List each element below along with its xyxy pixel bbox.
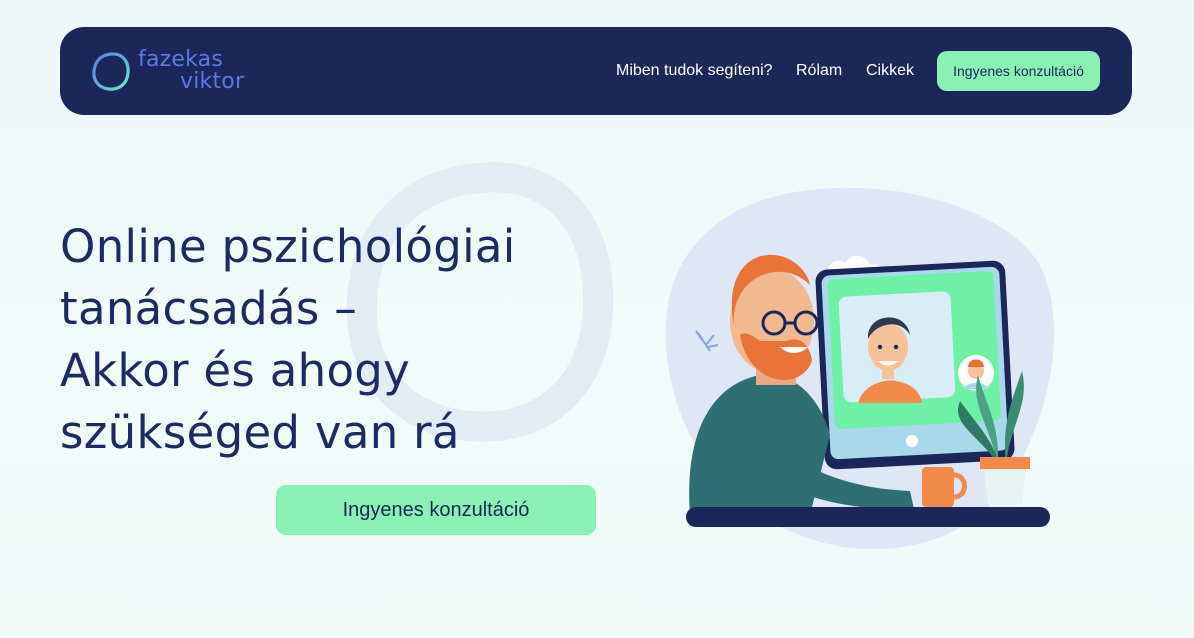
- hero-title-line-1: Online pszichológiai: [60, 220, 516, 273]
- hero-title-line-3: Akkor és ahogy: [60, 344, 411, 397]
- logo-ring-icon: [92, 52, 130, 91]
- video-call-illustration: [665, 187, 1055, 550]
- hero-consultation-button[interactable]: Ingyenes konzultáció: [276, 485, 596, 535]
- nav-link-about[interactable]: Rólam: [796, 61, 842, 81]
- hero-title: Online pszichológiai tanácsadás – Akkor …: [60, 216, 620, 464]
- brand-logo[interactable]: fazekas viktor: [90, 49, 260, 95]
- desk: [686, 507, 1050, 527]
- hero-title-line-2: tanácsadás –: [60, 282, 358, 335]
- site-header: fazekas viktor Miben tudok segíteni? Ról…: [60, 27, 1132, 115]
- monitor-power-light: [906, 435, 918, 447]
- brand-word-1: fazekas: [138, 47, 224, 72]
- brand-word-2: viktor: [180, 69, 245, 94]
- hero-title-line-4: szükséged van rá: [60, 406, 460, 459]
- header-consultation-button[interactable]: Ingyenes konzultáció: [937, 51, 1100, 91]
- nav-link-help[interactable]: Miben tudok segíteni?: [616, 61, 773, 81]
- avatar-bubble-icon: [958, 355, 994, 391]
- nav-link-articles[interactable]: Cikkek: [866, 61, 914, 81]
